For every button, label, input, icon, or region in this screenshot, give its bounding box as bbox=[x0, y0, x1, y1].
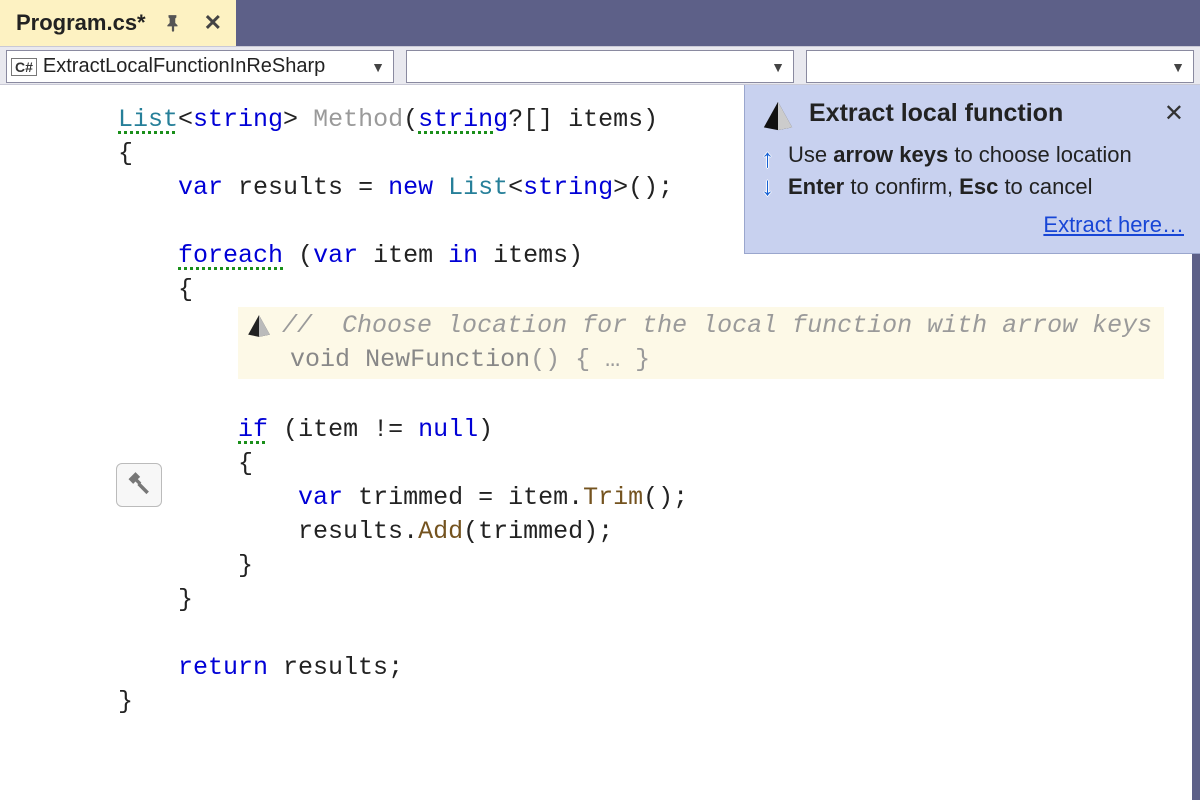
code-token: if bbox=[238, 415, 268, 444]
code-editor[interactable]: List<string> Method(string?[] items) { v… bbox=[0, 85, 1200, 800]
hammer-icon bbox=[125, 471, 153, 499]
code-token: Add bbox=[418, 517, 463, 546]
code-token: null bbox=[418, 415, 478, 444]
code-token: var bbox=[178, 173, 223, 202]
code-token: trimmed bbox=[478, 517, 583, 546]
code-token: Method bbox=[313, 105, 403, 134]
arrow-hints: ↑ ↓ bbox=[761, 139, 774, 241]
pin-icon[interactable] bbox=[164, 14, 182, 32]
code-token: results bbox=[238, 173, 343, 202]
close-icon[interactable]: ✕ bbox=[1164, 99, 1184, 128]
code-token: void bbox=[290, 345, 350, 374]
code-token: { … } bbox=[575, 345, 650, 374]
code-token: items bbox=[493, 241, 568, 270]
scope-dropdown-label: ExtractLocalFunctionInReSharp bbox=[43, 55, 363, 78]
type-dropdown[interactable]: ▼ bbox=[406, 50, 794, 83]
tab-title: Program.cs* bbox=[16, 10, 146, 36]
quick-action-button[interactable] bbox=[116, 463, 162, 507]
chevron-down-icon: ▼ bbox=[363, 59, 393, 75]
popup-text: Use bbox=[788, 142, 833, 167]
code-token: string bbox=[523, 173, 613, 202]
code-token: string bbox=[193, 105, 283, 134]
code-token: item bbox=[508, 483, 568, 512]
code-token: in bbox=[448, 241, 478, 270]
code-token: List bbox=[448, 173, 508, 202]
pyramid-icon bbox=[246, 313, 272, 339]
extract-function-popup: Extract local function ✕ ↑ ↓ Use arrow k… bbox=[744, 85, 1200, 254]
pyramid-icon bbox=[761, 99, 795, 133]
code-token: results bbox=[283, 653, 388, 682]
member-dropdown[interactable]: ▼ bbox=[806, 50, 1194, 83]
popup-title: Extract local function bbox=[809, 99, 1150, 128]
code-token: var bbox=[313, 241, 358, 270]
code-token: item bbox=[373, 241, 433, 270]
tab-strip: Program.cs* ✕ bbox=[0, 0, 1200, 46]
code-token: trimmed bbox=[358, 483, 463, 512]
code-token: var bbox=[298, 483, 343, 512]
file-tab[interactable]: Program.cs* ✕ bbox=[0, 0, 236, 46]
code-token: item bbox=[298, 415, 358, 444]
code-token: foreach bbox=[178, 241, 283, 270]
chevron-down-icon: ▼ bbox=[1163, 59, 1193, 75]
scope-dropdown[interactable]: C# ExtractLocalFunctionInReSharp ▼ bbox=[6, 50, 394, 83]
popup-text: Esc bbox=[959, 174, 998, 199]
code-token: Trim bbox=[583, 483, 643, 512]
popup-body: Use arrow keys to choose location Enter … bbox=[788, 139, 1184, 241]
code-token: string bbox=[418, 105, 508, 134]
arrow-up-icon: ↑ bbox=[761, 145, 774, 171]
insertion-comment: // Choose location for the local functio… bbox=[282, 309, 1152, 343]
arrow-down-icon: ↓ bbox=[761, 173, 774, 199]
chevron-down-icon: ▼ bbox=[763, 59, 793, 75]
popup-text: to choose location bbox=[948, 142, 1131, 167]
csharp-badge: C# bbox=[11, 58, 37, 76]
insertion-preview: // Choose location for the local functio… bbox=[238, 307, 1164, 379]
code-token: List bbox=[118, 105, 178, 134]
code-token: return bbox=[178, 653, 268, 682]
popup-text: Enter bbox=[788, 174, 844, 199]
code-token: items bbox=[568, 105, 643, 134]
code-token: NewFunction bbox=[365, 345, 530, 374]
navigation-bar: C# ExtractLocalFunctionInReSharp ▼ ▼ ▼ bbox=[0, 46, 1200, 85]
popup-text: to cancel bbox=[998, 174, 1092, 199]
popup-text: arrow keys bbox=[833, 142, 948, 167]
close-icon[interactable]: ✕ bbox=[200, 10, 226, 36]
extract-here-link[interactable]: Extract here… bbox=[1043, 212, 1184, 237]
code-token: new bbox=[388, 173, 433, 202]
popup-text: to confirm, bbox=[844, 174, 959, 199]
code-token: results bbox=[298, 517, 403, 546]
